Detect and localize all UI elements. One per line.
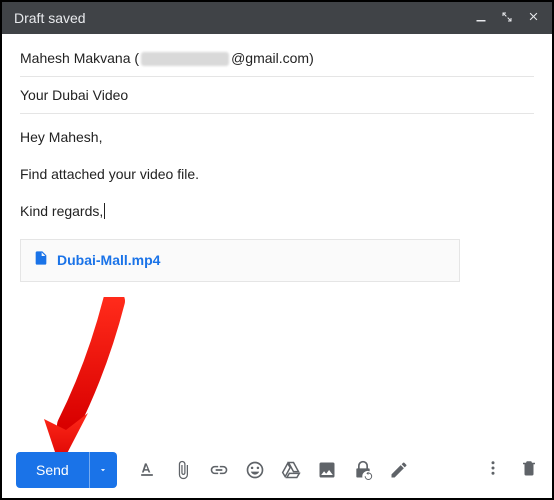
minimize-icon[interactable]: [475, 10, 487, 26]
header-controls: [475, 10, 540, 26]
attach-icon[interactable]: [173, 460, 193, 480]
trash-icon[interactable]: [520, 459, 538, 482]
image-icon[interactable]: [317, 460, 337, 480]
confidential-icon[interactable]: [353, 460, 373, 480]
send-options-button[interactable]: [89, 452, 117, 488]
close-icon[interactable]: [527, 10, 540, 26]
attachment-chip[interactable]: Dubai-Mall.mp4: [20, 239, 460, 282]
emoji-icon[interactable]: [245, 460, 265, 480]
file-icon: [33, 250, 49, 271]
drive-icon[interactable]: [281, 460, 301, 480]
header-title: Draft saved: [14, 10, 475, 26]
body-signoff: Kind regards,: [20, 202, 534, 221]
message-body[interactable]: Hey Mahesh, Find attached your video fil…: [20, 114, 534, 290]
subject-text: Your Dubai Video: [20, 87, 128, 103]
expand-icon[interactable]: [501, 10, 513, 26]
footer-right-tools: [484, 459, 538, 482]
recipient-name: Mahesh Makvana: [20, 50, 131, 66]
annotation-arrow: [42, 297, 132, 472]
pen-icon[interactable]: [389, 460, 409, 480]
redacted-email: [141, 52, 229, 66]
to-field[interactable]: Mahesh Makvana (@gmail.com): [20, 34, 534, 77]
body-greeting: Hey Mahesh,: [20, 128, 534, 147]
compose-footer: Send: [16, 452, 538, 488]
recipient-domain: @gmail.com: [231, 50, 309, 66]
more-options-icon[interactable]: [484, 459, 502, 482]
format-toolbar: [137, 460, 409, 480]
send-group: Send: [16, 452, 117, 488]
compose-content: Mahesh Makvana (@gmail.com) Your Dubai V…: [2, 34, 552, 290]
attachment-filename: Dubai-Mall.mp4: [57, 251, 160, 270]
formatting-icon[interactable]: [137, 460, 157, 480]
link-icon[interactable]: [209, 460, 229, 480]
compose-header: Draft saved: [2, 2, 552, 34]
body-line: Find attached your video file.: [20, 165, 534, 184]
send-button[interactable]: Send: [16, 452, 89, 488]
subject-field[interactable]: Your Dubai Video: [20, 77, 534, 114]
